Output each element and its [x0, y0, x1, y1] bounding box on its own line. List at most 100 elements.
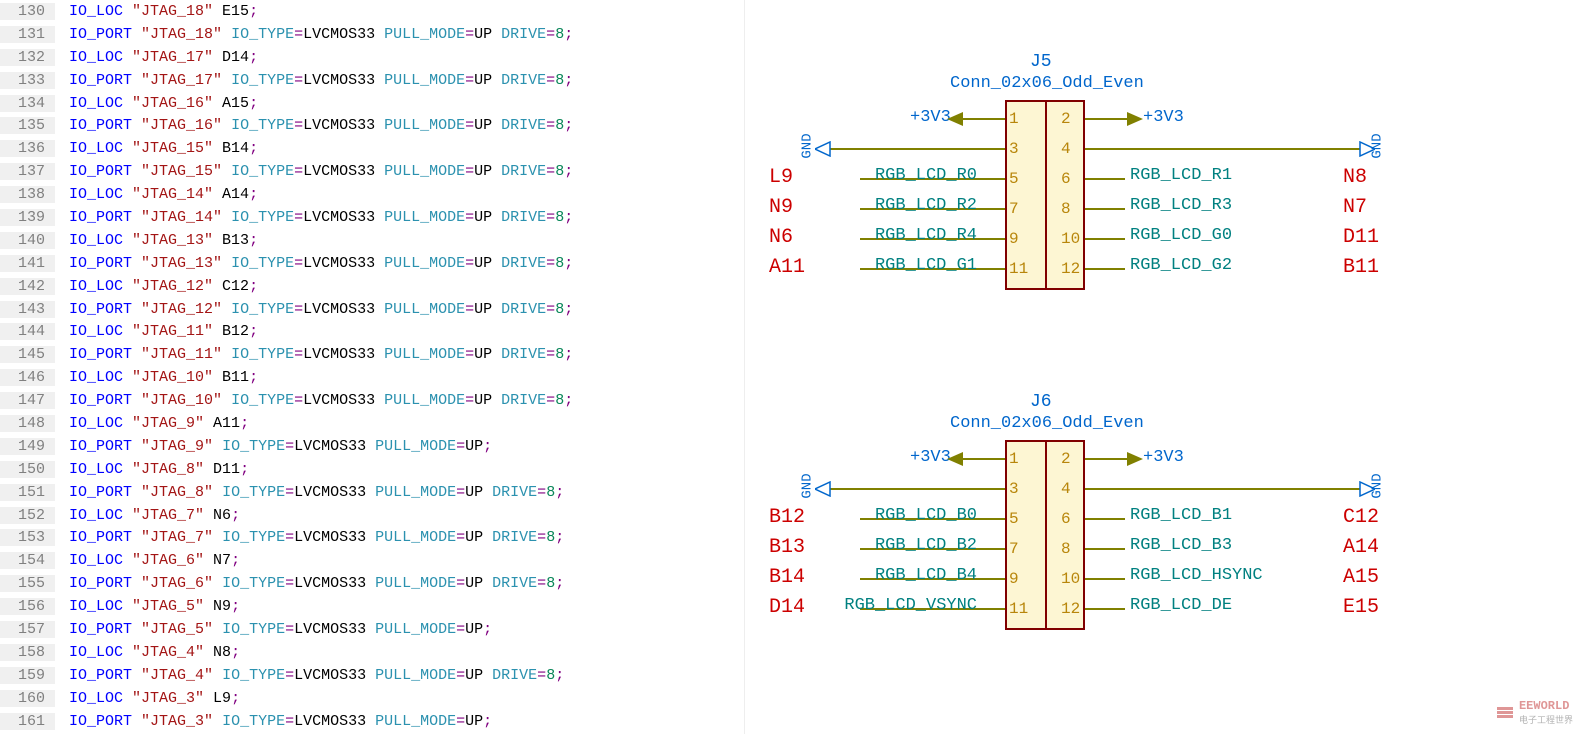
code-line: 148IO_LOC "JTAG_9" A11;	[0, 412, 744, 435]
net-label: RGB_LCD_B0	[875, 506, 977, 525]
line-number: 155	[0, 575, 55, 592]
power-label: +3V3	[910, 448, 951, 467]
line-number: 158	[0, 644, 55, 661]
line-number: 150	[0, 461, 55, 478]
pin-number: 2	[1061, 450, 1071, 468]
line-content: IO_PORT "JTAG_8" IO_TYPE=LVCMOS33 PULL_M…	[55, 484, 564, 501]
pad-label: N9	[769, 196, 793, 219]
line-content: IO_PORT "JTAG_13" IO_TYPE=LVCMOS33 PULL_…	[55, 255, 573, 272]
connector-ref: J5	[1030, 52, 1052, 72]
net-label: RGB_LCD_R3	[1130, 196, 1232, 215]
code-line: 146IO_LOC "JTAG_10" B11;	[0, 366, 744, 389]
code-line: 156IO_LOC "JTAG_5" N9;	[0, 595, 744, 618]
line-content: IO_LOC "JTAG_7" N6;	[55, 507, 240, 524]
pad-label: A15	[1343, 566, 1379, 589]
line-content: IO_LOC "JTAG_15" B14;	[55, 140, 258, 157]
net-label: RGB_LCD_R1	[1130, 166, 1232, 185]
line-content: IO_LOC "JTAG_4" N8;	[55, 644, 240, 661]
line-number: 145	[0, 346, 55, 363]
line-number: 136	[0, 140, 55, 157]
pad-label: B14	[769, 566, 805, 589]
pin-number: 3	[1009, 480, 1019, 498]
connector-type: Conn_02x06_Odd_Even	[950, 74, 1144, 93]
line-content: IO_LOC "JTAG_10" B11;	[55, 369, 258, 386]
net-label: RGB_LCD_B2	[875, 536, 977, 555]
code-line: 138IO_LOC "JTAG_14" A14;	[0, 183, 744, 206]
code-line: 157IO_PORT "JTAG_5" IO_TYPE=LVCMOS33 PUL…	[0, 618, 744, 641]
net-label: RGB_LCD_B4	[875, 566, 977, 585]
code-line: 145IO_PORT "JTAG_11" IO_TYPE=LVCMOS33 PU…	[0, 343, 744, 366]
code-line: 158IO_LOC "JTAG_4" N8;	[0, 641, 744, 664]
net-label: RGB_LCD_DE	[1130, 596, 1232, 615]
line-number: 146	[0, 369, 55, 386]
code-line: 134IO_LOC "JTAG_16" A15;	[0, 92, 744, 115]
line-content: IO_LOC "JTAG_12" C12;	[55, 278, 258, 295]
line-content: IO_LOC "JTAG_3" L9;	[55, 690, 240, 707]
line-content: IO_LOC "JTAG_9" A11;	[55, 415, 249, 432]
line-number: 156	[0, 598, 55, 615]
pin-number: 1	[1009, 110, 1019, 128]
line-number: 160	[0, 690, 55, 707]
pin-number: 6	[1061, 510, 1071, 528]
pad-label: B13	[769, 536, 805, 559]
line-number: 157	[0, 621, 55, 638]
line-content: IO_PORT "JTAG_3" IO_TYPE=LVCMOS33 PULL_M…	[55, 713, 492, 730]
line-number: 148	[0, 415, 55, 432]
code-editor: 130IO_LOC "JTAG_18" E15;131IO_PORT "JTAG…	[0, 0, 745, 734]
pad-label: E15	[1343, 596, 1379, 619]
line-number: 131	[0, 26, 55, 43]
line-number: 144	[0, 323, 55, 340]
line-content: IO_LOC "JTAG_18" E15;	[55, 3, 258, 20]
pin-number: 3	[1009, 140, 1019, 158]
code-line: 155IO_PORT "JTAG_6" IO_TYPE=LVCMOS33 PUL…	[0, 572, 744, 595]
line-number: 159	[0, 667, 55, 684]
line-content: IO_PORT "JTAG_4" IO_TYPE=LVCMOS33 PULL_M…	[55, 667, 564, 684]
code-line: 152IO_LOC "JTAG_7" N6;	[0, 504, 744, 527]
pin-number: 8	[1061, 200, 1071, 218]
code-line: 142IO_LOC "JTAG_12" C12;	[0, 275, 744, 298]
line-content: IO_PORT "JTAG_16" IO_TYPE=LVCMOS33 PULL_…	[55, 117, 573, 134]
pin-number: 10	[1061, 230, 1080, 248]
line-content: IO_LOC "JTAG_13" B13;	[55, 232, 258, 249]
line-number: 142	[0, 278, 55, 295]
line-number: 151	[0, 484, 55, 501]
line-number: 143	[0, 301, 55, 318]
line-content: IO_LOC "JTAG_14" A14;	[55, 186, 258, 203]
pin-number: 6	[1061, 170, 1071, 188]
pad-label: D11	[1343, 226, 1379, 249]
net-label: RGB_LCD_VSYNC	[844, 596, 977, 615]
code-line: 140IO_LOC "JTAG_13" B13;	[0, 229, 744, 252]
net-label: RGB_LCD_G2	[1130, 256, 1232, 275]
power-label: +3V3	[1143, 448, 1184, 467]
line-content: IO_PORT "JTAG_9" IO_TYPE=LVCMOS33 PULL_M…	[55, 438, 492, 455]
pin-number: 10	[1061, 570, 1080, 588]
pin-number: 5	[1009, 510, 1019, 528]
code-line: 131IO_PORT "JTAG_18" IO_TYPE=LVCMOS33 PU…	[0, 23, 744, 46]
code-line: 144IO_LOC "JTAG_11" B12;	[0, 320, 744, 343]
line-number: 161	[0, 713, 55, 730]
code-line: 154IO_LOC "JTAG_6" N7;	[0, 549, 744, 572]
pad-label: D14	[769, 596, 805, 619]
code-line: 139IO_PORT "JTAG_14" IO_TYPE=LVCMOS33 PU…	[0, 206, 744, 229]
pin-number: 11	[1009, 600, 1028, 618]
line-number: 153	[0, 529, 55, 546]
line-number: 139	[0, 209, 55, 226]
code-line: 147IO_PORT "JTAG_10" IO_TYPE=LVCMOS33 PU…	[0, 389, 744, 412]
line-number: 134	[0, 95, 55, 112]
code-line: 153IO_PORT "JTAG_7" IO_TYPE=LVCMOS33 PUL…	[0, 526, 744, 549]
code-line: 132IO_LOC "JTAG_17" D14;	[0, 46, 744, 69]
line-number: 133	[0, 72, 55, 89]
pad-label: L9	[769, 166, 793, 189]
net-label: RGB_LCD_R2	[875, 196, 977, 215]
pad-label: B11	[1343, 256, 1379, 279]
line-content: IO_PORT "JTAG_6" IO_TYPE=LVCMOS33 PULL_M…	[55, 575, 564, 592]
line-number: 137	[0, 163, 55, 180]
pin-number: 9	[1009, 570, 1019, 588]
line-number: 132	[0, 49, 55, 66]
gnd-label: GND	[800, 133, 816, 158]
line-number: 149	[0, 438, 55, 455]
line-content: IO_PORT "JTAG_14" IO_TYPE=LVCMOS33 PULL_…	[55, 209, 573, 226]
code-line: 133IO_PORT "JTAG_17" IO_TYPE=LVCMOS33 PU…	[0, 69, 744, 92]
power-label: +3V3	[1143, 108, 1184, 127]
pin-number: 7	[1009, 540, 1019, 558]
